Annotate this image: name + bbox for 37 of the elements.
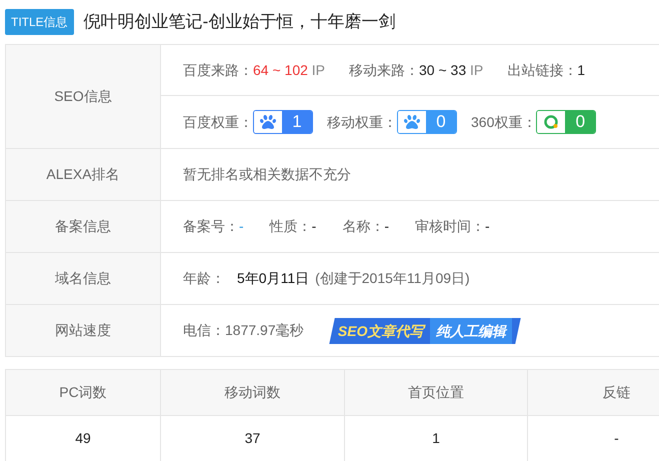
age-label: 年龄： — [183, 269, 225, 288]
paw-icon — [404, 114, 420, 130]
column-header: 反链 — [528, 370, 659, 415]
column-header: 移动词数 — [161, 370, 345, 415]
created-date: (创建于2015年11月09日) — [315, 269, 470, 288]
row-label: ALEXA排名 — [6, 149, 161, 200]
weight-badge: 0 — [397, 110, 457, 134]
weight-label: 360权重： — [471, 112, 536, 132]
page-title: 倪叶明创业笔记-创业始于恒，十年磨一剑 — [84, 11, 396, 34]
icp-field: 备案号：- — [183, 216, 244, 237]
icp-field: 性质：- — [270, 216, 316, 237]
icp-field: 名称：- — [342, 216, 390, 237]
ring-icon — [543, 114, 560, 130]
speed-text: 电信：1877.97毫秒 — [183, 321, 304, 340]
table-cell: 1 — [345, 416, 528, 461]
weight-badge: 0 — [536, 110, 596, 134]
table-cell: 37 — [161, 416, 345, 461]
table-cell: 49 — [6, 416, 161, 461]
title-badge: TITLE信息 — [5, 9, 74, 35]
table-cell: - — [528, 416, 659, 461]
column-header: 首页位置 — [345, 370, 528, 415]
row-label: 备案信息 — [6, 201, 161, 252]
traffic-stat: 移动来路：30 ~ 33 IP — [349, 60, 484, 80]
row-label: 网站速度 — [6, 305, 161, 356]
weight-label: 百度权重： — [183, 112, 253, 132]
alexa-text: 暂无排名或相关数据不充分 — [183, 165, 351, 184]
ad-banner: SEO文章代写 纯人工编辑 — [328, 318, 520, 344]
icp-field: 审核时间：- — [415, 216, 490, 237]
traffic-stat: 出站链接：1 — [507, 60, 586, 80]
paw-icon — [260, 114, 276, 130]
row-label: SEO信息 — [6, 45, 161, 148]
column-header: PC词数 — [6, 370, 161, 415]
age-value: 5年0月11日 — [237, 269, 310, 288]
weight-badge: 1 — [253, 110, 313, 134]
weight-label: 移动权重： — [327, 112, 397, 132]
row-label: 域名信息 — [6, 253, 161, 304]
traffic-stat: 百度来路：64 ~ 102 IP — [183, 60, 326, 80]
